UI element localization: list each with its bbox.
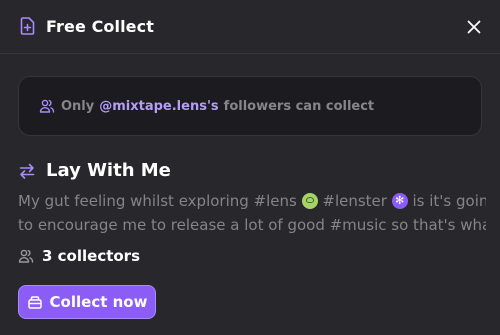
modal-header: Free Collect — [0, 0, 500, 54]
post-title-row: Lay With Me — [18, 160, 482, 181]
lens-emoji-icon — [301, 193, 318, 209]
post-text-segment: is it's going — [412, 192, 486, 210]
users-icon — [39, 98, 55, 114]
modal-body: Only @mixtape.lens's followers can colle… — [0, 54, 500, 319]
collect-now-button[interactable]: Collect now — [18, 285, 156, 319]
collect-now-label: Collect now — [49, 293, 148, 311]
users-icon — [18, 248, 34, 264]
free-collect-modal: Free Collect Only @mixtape.lens's follow… — [0, 0, 500, 335]
notice-suffix: followers can collect — [223, 98, 375, 114]
post-text-segment: #lenster — [317, 192, 392, 210]
post-text-segment: My gut feeling whilst exploring #lens — [18, 192, 302, 210]
post-description-line-2: to encourage me to release a lot of good… — [18, 216, 486, 234]
lenster-emoji-icon — [391, 193, 408, 209]
close-icon — [467, 20, 481, 33]
post-description-line-1: My gut feeling whilst exploring #lens #l… — [18, 189, 486, 213]
collect-icon — [27, 294, 43, 310]
post-title: Lay With Me — [46, 160, 171, 181]
follower-restriction-notice: Only @mixtape.lens's followers can colle… — [18, 76, 482, 136]
collectors-count: 3 collectors — [18, 247, 482, 265]
post-description: My gut feeling whilst exploring #lens #l… — [18, 189, 486, 237]
profile-handle-link[interactable]: @mixtape.lens's — [99, 99, 218, 114]
notice-prefix: Only — [61, 98, 95, 114]
modal-title: Free Collect — [46, 17, 154, 36]
collectors-label[interactable]: 3 collectors — [42, 247, 140, 265]
close-button[interactable] — [463, 16, 485, 38]
document-plus-icon — [18, 16, 36, 35]
swap-arrows-icon — [18, 162, 36, 180]
